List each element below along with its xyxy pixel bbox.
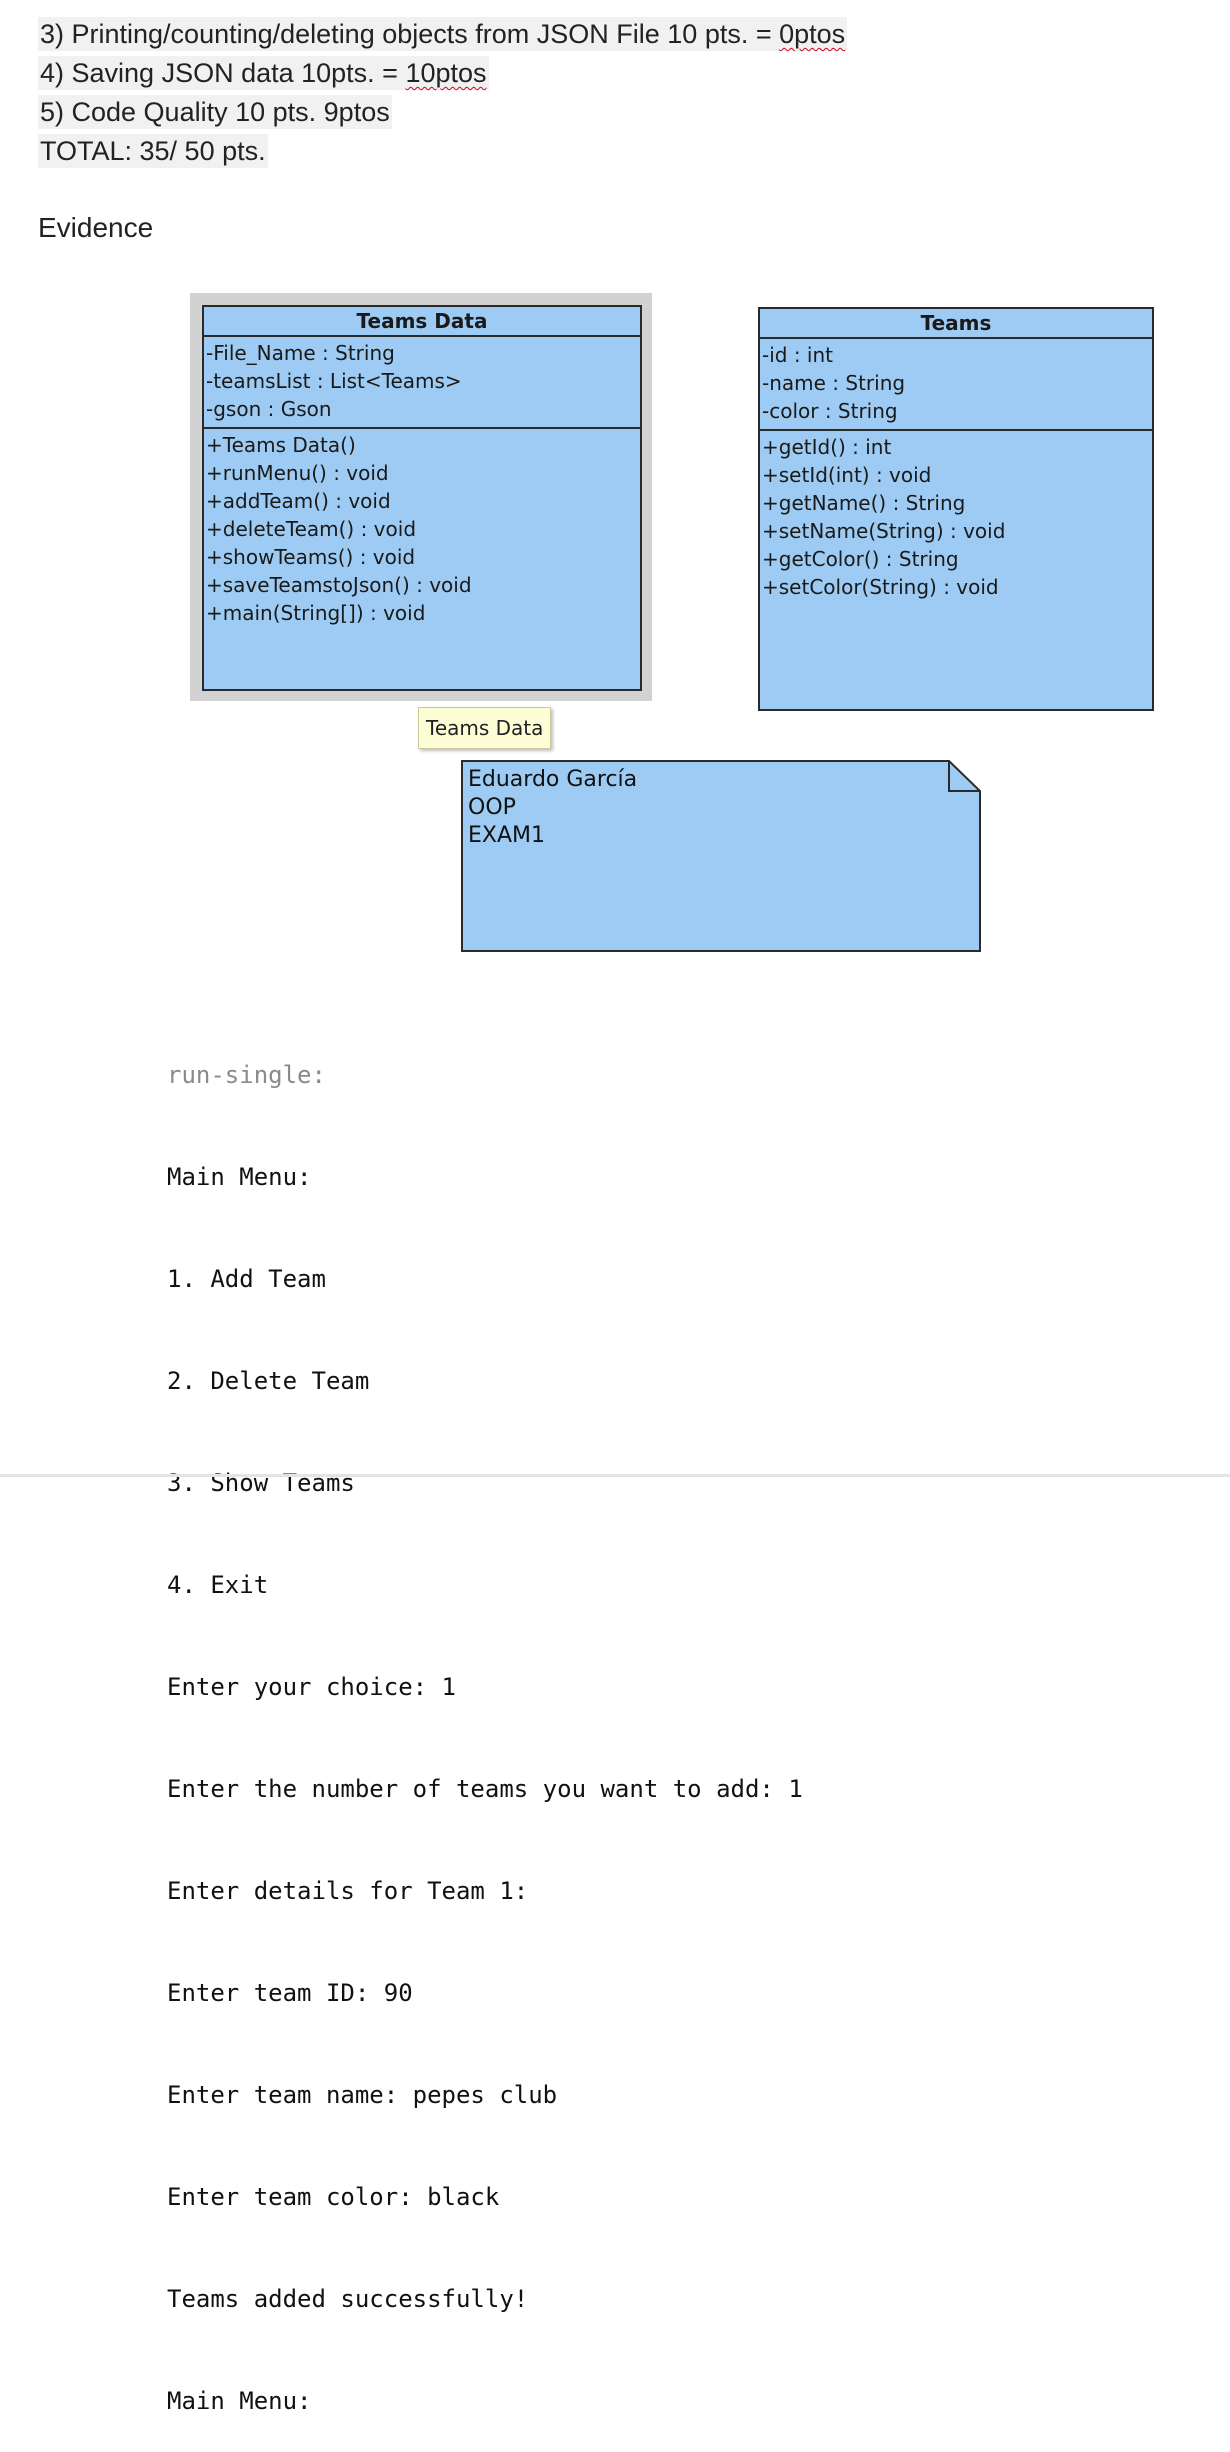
console-line: 1. Add Team	[167, 1265, 326, 1293]
operation: +getColor() : String	[762, 547, 959, 571]
grading-line-5: 5) Code Quality 10 pts. 9ptos	[38, 95, 392, 129]
operations-section: +Teams Data() +runMenu() : void +addTeam…	[204, 429, 640, 631]
console-line: 4. Exit	[167, 1571, 269, 1599]
grading-score: 9ptos	[323, 97, 390, 127]
operations-section: +getId() : int +setId(int) : void +getNa…	[760, 431, 1152, 605]
operation: +setId(int) : void	[762, 463, 932, 487]
grading-total-text: TOTAL: 35/ 50 pts.	[40, 136, 266, 166]
console-line: 2. Delete Team	[167, 1367, 370, 1395]
console-line: Enter team ID: 90	[167, 1979, 413, 2007]
class-name: Teams Data	[204, 307, 640, 337]
grading-score: 0ptos	[779, 19, 846, 49]
grading-criterion: 3) Printing/counting/deleting objects fr…	[40, 19, 780, 49]
attribute: -gson : Gson	[206, 397, 332, 421]
console-line: Enter the number of teams you want to ad…	[167, 1775, 803, 1803]
note-text: Eduardo García OOP EXAM1	[468, 766, 637, 850]
tooltip: Teams Data	[418, 707, 552, 749]
note-line: OOP	[468, 795, 516, 820]
operation: +showTeams() : void	[206, 545, 416, 569]
attribute: -color : String	[762, 399, 898, 423]
operation: +deleteTeam() : void	[206, 517, 417, 541]
console-line: Enter team name: pepes club	[167, 2081, 558, 2109]
operation: +setColor(String) : void	[762, 575, 999, 599]
grading-total: TOTAL: 35/ 50 pts.	[38, 134, 268, 168]
grading-score: 10ptos	[405, 58, 487, 88]
console-line: Main Menu:	[167, 1163, 312, 1191]
grading-line-3: 3) Printing/counting/deleting objects fr…	[38, 17, 848, 51]
console-line: Enter details for Team 1:	[167, 1877, 529, 1905]
operation: +setName(String) : void	[762, 519, 1006, 543]
attributes-section: -File_Name : String -teamsList : List<Te…	[204, 337, 640, 429]
grading-criterion: 5) Code Quality 10 pts.	[40, 97, 324, 127]
attributes-section: -id : int -name : String -color : String	[760, 339, 1152, 431]
attribute: -name : String	[762, 371, 906, 395]
evidence-heading: Evidence	[38, 212, 154, 243]
console-header: run-single:	[167, 1061, 326, 1089]
note-line: Eduardo García	[468, 767, 638, 792]
grading-line-4: 4) Saving JSON data 10pts. = 10ptos	[38, 56, 489, 90]
bottom-divider	[0, 1474, 1230, 1477]
operation: +runMenu() : void	[206, 461, 389, 485]
note-line: EXAM1	[468, 823, 545, 848]
console-line: Enter team color: black	[167, 2183, 500, 2211]
operation: +Teams Data()	[206, 433, 356, 457]
console-line: Teams added successfully!	[167, 2285, 529, 2313]
uml-class-teams-data[interactable]: Teams Data -File_Name : String -teamsLis…	[202, 305, 642, 691]
console-line: 3. Show Teams	[167, 1469, 355, 1497]
operation: +getName() : String	[762, 491, 966, 515]
console-output: run-single: Main Menu: 1. Add Team 2. De…	[167, 990, 803, 2452]
attribute: -teamsList : List<Teams>	[206, 369, 462, 393]
console-line: Main Menu:	[167, 2387, 312, 2415]
class-name: Teams	[760, 309, 1152, 339]
operation: +getId() : int	[762, 435, 892, 459]
attribute: -File_Name : String	[206, 341, 395, 365]
console-line: Enter your choice: 1	[167, 1673, 456, 1701]
attribute: -id : int	[762, 343, 833, 367]
operation: +main(String[]) : void	[206, 601, 426, 625]
operation: +addTeam() : void	[206, 489, 391, 513]
operation: +saveTeamstoJson() : void	[206, 573, 472, 597]
grading-criterion: 4) Saving JSON data 10pts. =	[40, 58, 406, 88]
uml-note[interactable]: Eduardo García OOP EXAM1	[461, 760, 981, 952]
uml-class-teams[interactable]: Teams -id : int -name : String -color : …	[758, 307, 1154, 711]
